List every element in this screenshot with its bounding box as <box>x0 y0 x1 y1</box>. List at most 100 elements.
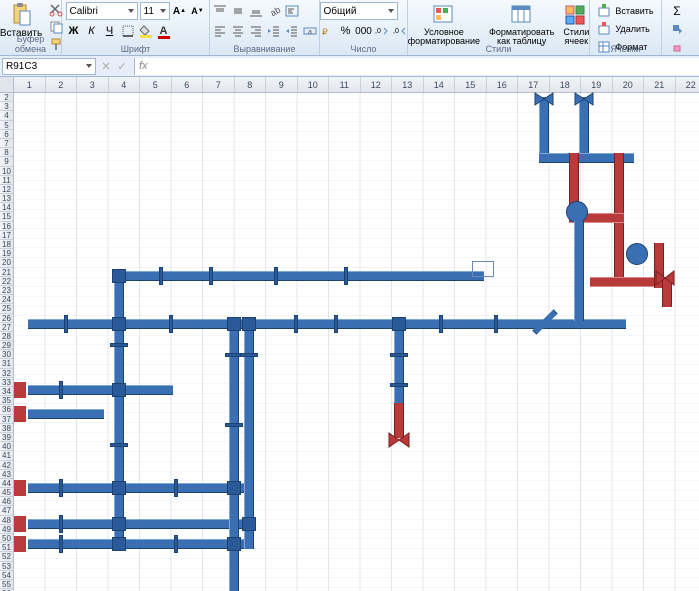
col-header[interactable]: 1 <box>14 77 46 92</box>
row-header[interactable]: 49 <box>0 525 13 534</box>
row-header[interactable]: 26 <box>0 314 13 323</box>
fill-color-button[interactable] <box>138 23 154 39</box>
row-header[interactable]: 42 <box>0 461 13 470</box>
delete-cells-button[interactable]: Удалить <box>597 20 649 38</box>
format-as-table-button[interactable]: Форматировать как таблицу <box>486 2 557 47</box>
col-header[interactable]: 14 <box>424 77 456 92</box>
tee-7[interactable] <box>112 481 126 495</box>
col-header[interactable]: 3 <box>77 77 109 92</box>
valve-red-center[interactable] <box>387 431 411 449</box>
row-header[interactable]: 16 <box>0 222 13 231</box>
border-button[interactable] <box>120 23 136 39</box>
col-header[interactable]: 15 <box>455 77 487 92</box>
cancel-formula-button[interactable]: ✕ <box>98 58 114 74</box>
pipe-v-main4[interactable] <box>394 319 404 409</box>
row-header[interactable]: 15 <box>0 212 13 221</box>
valve-red-right[interactable] <box>654 271 676 285</box>
row-header[interactable]: 44 <box>0 479 13 488</box>
row-header[interactable]: 52 <box>0 552 13 561</box>
row-header[interactable]: 10 <box>0 167 13 176</box>
row-header[interactable]: 47 <box>0 506 13 515</box>
align-middle-button[interactable] <box>230 3 246 19</box>
row-header[interactable]: 6 <box>0 130 13 139</box>
pipe-v-mid1[interactable] <box>574 221 584 321</box>
row-header[interactable]: 18 <box>0 240 13 249</box>
font-color-button[interactable]: A <box>156 23 172 39</box>
tee-1[interactable] <box>112 269 126 283</box>
tee-3[interactable] <box>227 317 241 331</box>
underline-button[interactable]: Ч <box>102 23 118 39</box>
tee-5[interactable] <box>392 317 406 331</box>
row-header[interactable]: 8 <box>0 148 13 157</box>
merge-button[interactable]: a <box>302 23 318 39</box>
row-header[interactable]: 14 <box>0 203 13 212</box>
row-header[interactable]: 21 <box>0 268 13 277</box>
tee-8[interactable] <box>112 517 126 531</box>
row-header[interactable]: 33 <box>0 378 13 387</box>
enter-formula-button[interactable]: ✓ <box>114 58 130 74</box>
row-header[interactable]: 36 <box>0 405 13 414</box>
row-header[interactable]: 34 <box>0 387 13 396</box>
pipe-v-main1[interactable] <box>114 271 124 551</box>
row-header[interactable]: 31 <box>0 359 13 368</box>
tee-10[interactable] <box>227 481 241 495</box>
tee-4[interactable] <box>242 317 256 331</box>
font-size-combo[interactable]: 11 <box>140 2 170 20</box>
row-header[interactable]: 11 <box>0 176 13 185</box>
worksheet-grid[interactable]: 12345678910111213141516171819202122 2345… <box>0 77 699 591</box>
row-header[interactable]: 32 <box>0 369 13 378</box>
row-header[interactable]: 40 <box>0 442 13 451</box>
endcap-1[interactable] <box>14 382 26 398</box>
row-header[interactable]: 38 <box>0 424 13 433</box>
percent-button[interactable]: % <box>338 23 354 39</box>
col-header[interactable]: 18 <box>550 77 582 92</box>
row-header[interactable]: 35 <box>0 396 13 405</box>
col-header[interactable]: 16 <box>487 77 519 92</box>
sensor-box[interactable] <box>472 261 494 277</box>
formula-input[interactable]: fx <box>134 58 699 75</box>
pipe-v-top2[interactable] <box>579 97 589 157</box>
row-header[interactable]: 41 <box>0 451 13 460</box>
pipe-left-a[interactable] <box>28 385 173 395</box>
col-header[interactable]: 17 <box>518 77 550 92</box>
align-bottom-button[interactable] <box>248 3 264 19</box>
row-header[interactable]: 54 <box>0 571 13 580</box>
col-header[interactable]: 5 <box>140 77 172 92</box>
decrease-indent-button[interactable] <box>266 23 282 39</box>
valve-top-1[interactable] <box>533 93 555 105</box>
row-header[interactable]: 43 <box>0 470 13 479</box>
bold-button[interactable]: Ж <box>66 23 82 39</box>
row-header[interactable]: 4 <box>0 111 13 120</box>
endcap-3[interactable] <box>14 480 26 496</box>
row-header[interactable]: 53 <box>0 562 13 571</box>
col-header[interactable]: 9 <box>266 77 298 92</box>
wrap-text-button[interactable] <box>284 3 300 19</box>
pump-circle-2[interactable] <box>626 243 648 265</box>
endcap-2[interactable] <box>14 406 26 422</box>
row-header[interactable]: 29 <box>0 341 13 350</box>
row-header[interactable]: 39 <box>0 433 13 442</box>
increase-indent-button[interactable] <box>284 23 300 39</box>
row-header[interactable]: 20 <box>0 258 13 267</box>
pump-circle-1[interactable] <box>566 201 588 223</box>
row-header[interactable]: 19 <box>0 249 13 258</box>
endcap-5[interactable] <box>14 536 26 552</box>
name-box[interactable]: R91C3 <box>2 58 96 75</box>
endcap-4[interactable] <box>14 516 26 532</box>
pipe-main-top[interactable] <box>114 271 484 281</box>
col-header[interactable]: 19 <box>581 77 613 92</box>
col-header[interactable]: 12 <box>361 77 393 92</box>
row-header[interactable]: 23 <box>0 286 13 295</box>
row-header[interactable]: 37 <box>0 415 13 424</box>
row-header[interactable]: 28 <box>0 332 13 341</box>
col-header[interactable]: 4 <box>109 77 141 92</box>
row-header[interactable]: 9 <box>0 157 13 166</box>
row-header[interactable]: 27 <box>0 323 13 332</box>
col-header[interactable]: 6 <box>172 77 204 92</box>
row-header[interactable]: 17 <box>0 231 13 240</box>
autosum-button[interactable]: Σ <box>669 3 685 19</box>
col-header[interactable]: 22 <box>676 77 699 92</box>
piping-diagram[interactable] <box>14 93 699 591</box>
fill-button[interactable] <box>669 21 685 37</box>
select-all-corner[interactable] <box>0 77 14 93</box>
